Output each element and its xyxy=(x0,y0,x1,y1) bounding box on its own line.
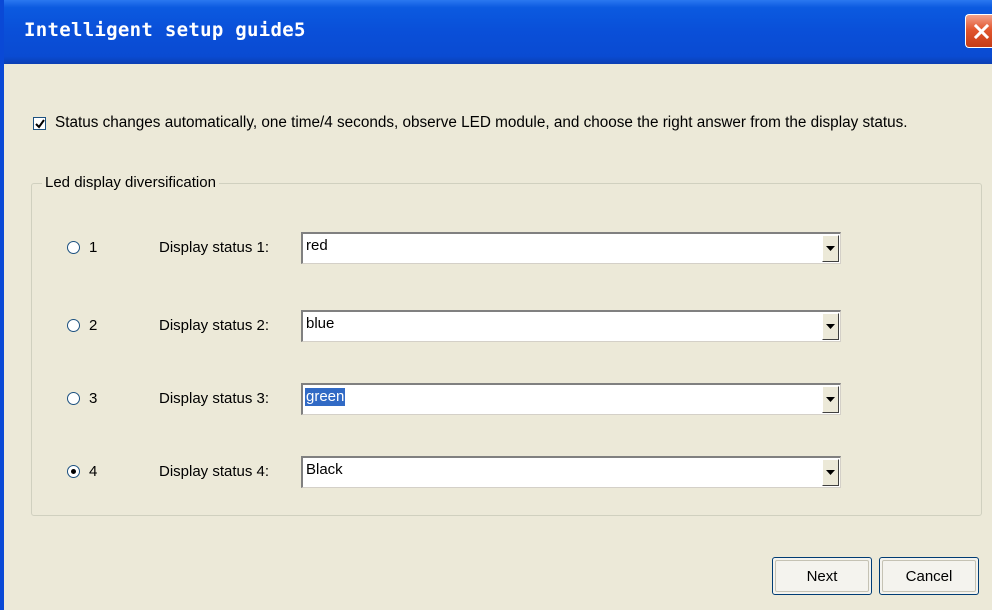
status-label-4: Display status 4: xyxy=(159,463,270,480)
cancel-button[interactable]: Cancel xyxy=(879,557,979,595)
chevron-down-icon xyxy=(826,396,835,402)
auto-change-label: Status changes automatically, one time/4… xyxy=(55,114,908,131)
auto-change-checkbox[interactable] xyxy=(33,116,46,130)
status-row-1: 1 Display status 1: red xyxy=(4,232,992,268)
status-2-value: blue xyxy=(306,315,335,332)
next-button[interactable]: Next xyxy=(772,557,872,595)
status-2-select[interactable]: blue xyxy=(301,310,841,342)
radio-option-1[interactable] xyxy=(67,241,80,254)
status-3-select[interactable]: green xyxy=(301,383,841,415)
status-label-2: Display status 2: xyxy=(159,317,270,334)
chevron-down-icon xyxy=(826,245,835,251)
auto-change-option[interactable]: Status changes automatically, one time/4… xyxy=(33,114,908,132)
groupbox-legend: Led display diversification xyxy=(42,174,219,191)
radio-label-1: 1 xyxy=(89,239,98,256)
radio-option-4[interactable] xyxy=(67,465,80,478)
status-label-1: Display status 1: xyxy=(159,239,270,256)
status-row-3: 3 Display status 3: green xyxy=(4,383,992,419)
status-label-3: Display status 3: xyxy=(159,390,270,407)
status-3-value: green xyxy=(305,388,346,406)
title-bar[interactable]: Intelligent setup guide5 xyxy=(4,0,992,64)
status-4-dropdown-button[interactable] xyxy=(822,459,839,486)
status-1-select[interactable]: red xyxy=(301,232,841,264)
radio-label-4: 4 xyxy=(89,463,98,480)
status-3-dropdown-button[interactable] xyxy=(822,386,839,413)
next-button-label: Next xyxy=(806,567,838,585)
checkmark-icon xyxy=(35,118,45,129)
radio-option-3[interactable] xyxy=(67,392,80,405)
chevron-down-icon xyxy=(826,469,835,475)
status-1-value: red xyxy=(306,237,328,254)
status-4-select[interactable]: Black xyxy=(301,456,841,488)
status-2-dropdown-button[interactable] xyxy=(822,313,839,340)
close-icon xyxy=(973,23,989,39)
close-button[interactable] xyxy=(965,14,992,48)
window-title: Intelligent setup guide5 xyxy=(24,19,306,41)
status-row-4: 4 Display status 4: Black xyxy=(4,456,992,492)
cancel-button-label: Cancel xyxy=(905,567,953,585)
radio-label-2: 2 xyxy=(89,317,98,334)
status-4-value: Black xyxy=(306,461,343,478)
status-1-dropdown-button[interactable] xyxy=(822,235,839,262)
setup-guide-dialog: Intelligent setup guide5 Status changes … xyxy=(0,0,992,610)
chevron-down-icon xyxy=(826,323,835,329)
radio-label-3: 3 xyxy=(89,390,98,407)
status-row-2: 2 Display status 2: blue xyxy=(4,310,992,346)
radio-option-2[interactable] xyxy=(67,319,80,332)
